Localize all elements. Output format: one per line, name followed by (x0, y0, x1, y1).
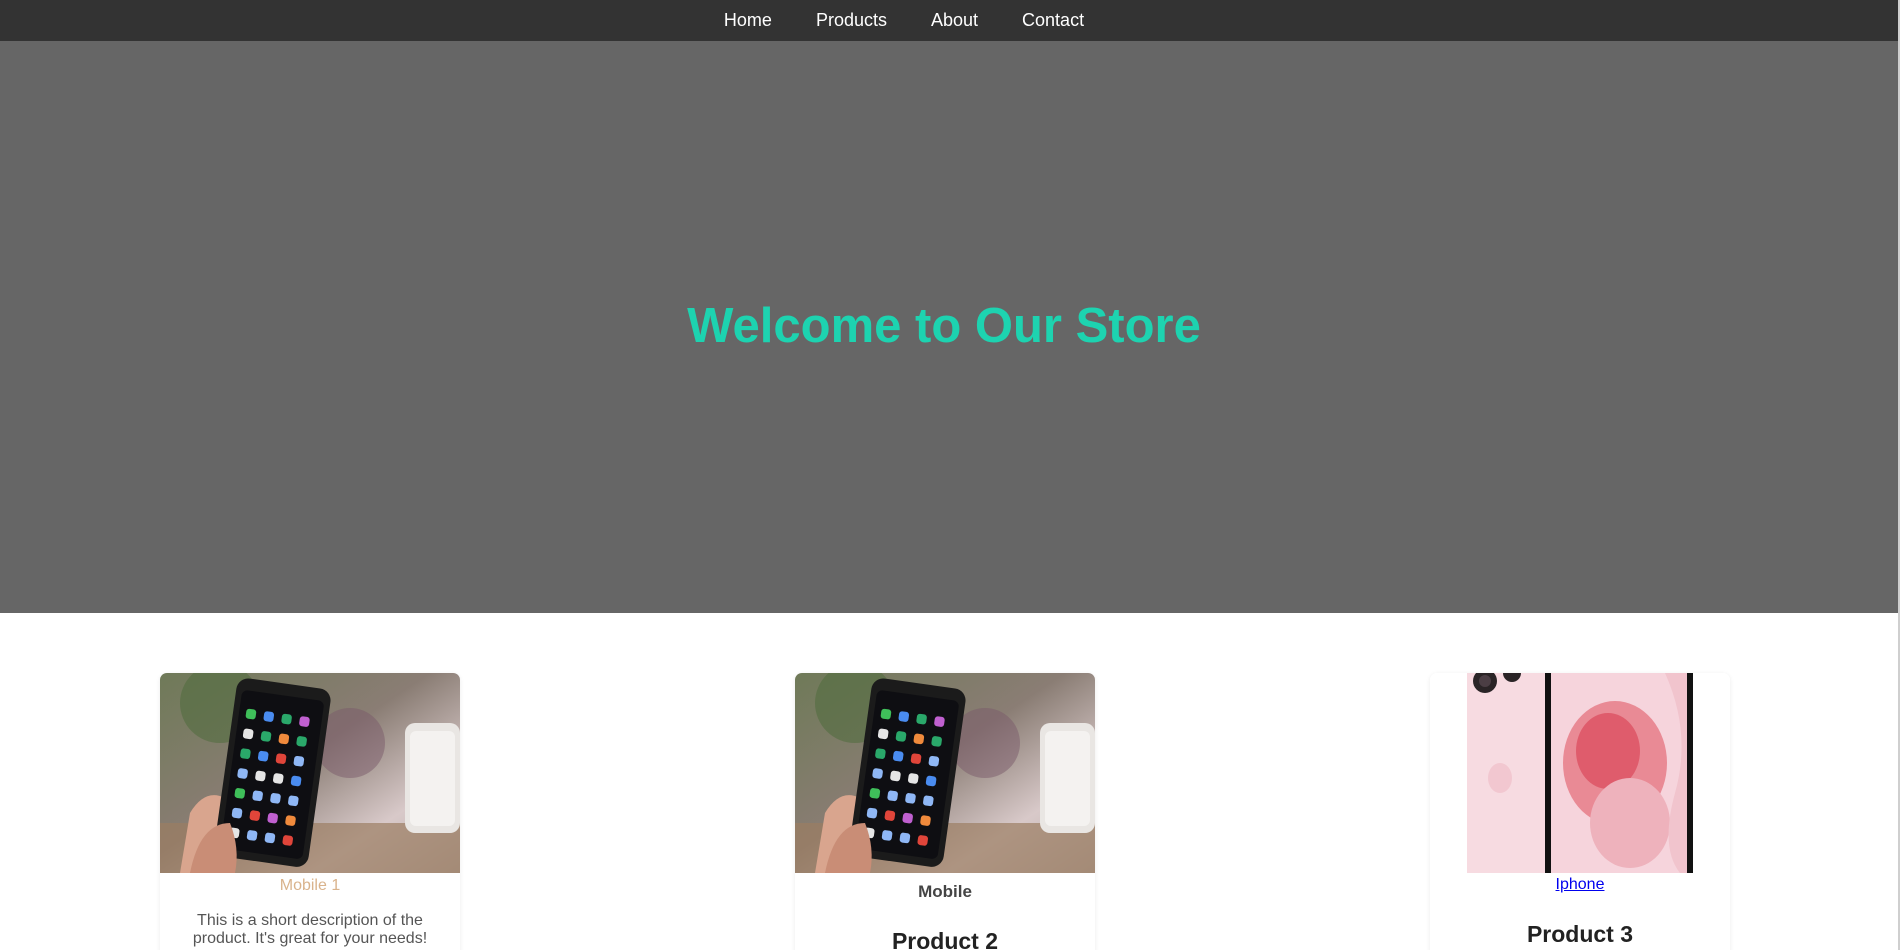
product-title: Product 2 (891, 928, 999, 950)
product-caption: Mobile 1 (279, 877, 341, 894)
top-navbar: Home Products About Contact (0, 0, 1898, 41)
nav-item-about: About (931, 10, 978, 31)
product-link-iphone[interactable]: Iphone (1556, 876, 1605, 894)
nav-item-products: Products (816, 10, 887, 31)
product-card-2: Mobile Product 2 (795, 673, 1095, 950)
nav-item-contact: Contact (1022, 10, 1084, 31)
nav-link-products[interactable]: Products (816, 10, 887, 30)
product-description: This is a short description of the produ… (192, 912, 428, 947)
nav-link-about[interactable]: About (931, 10, 978, 30)
product-image-mobile-1 (160, 673, 460, 873)
page: Home Products About Contact Welcome to O… (0, 0, 1900, 950)
product-card-1: Mobile 1 This is a short description of … (160, 673, 460, 950)
nav-link-home[interactable]: Home (724, 10, 772, 30)
nav-item-home: Home (724, 10, 772, 31)
product-title: Product 3 (1526, 921, 1634, 947)
product-image-mobile (795, 673, 1095, 873)
nav-link-contact[interactable]: Contact (1022, 10, 1084, 30)
product-card-3: Iphone Product 3 (1430, 673, 1730, 950)
product-image-iphone (1430, 673, 1730, 873)
hero-banner: Welcome to Our Store (0, 41, 1898, 613)
product-caption: Mobile (918, 882, 972, 901)
hero-title: Welcome to Our Store (687, 299, 1201, 353)
nav-list: Home Products About Contact (702, 10, 1106, 31)
